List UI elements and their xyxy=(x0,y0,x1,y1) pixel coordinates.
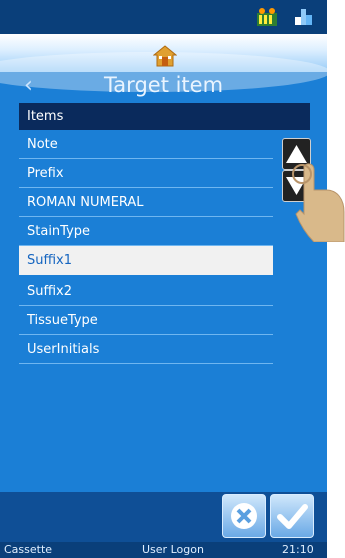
list-header: Items xyxy=(19,103,310,130)
list-item[interactable]: ROMAN NUMERAL xyxy=(19,188,273,217)
status-mode-label: Cassette xyxy=(4,543,53,556)
list-item[interactable]: Note xyxy=(19,130,273,159)
list-item[interactable]: TissueType xyxy=(19,306,273,335)
cancel-button[interactable] xyxy=(222,494,266,538)
top-status-bar xyxy=(0,0,327,34)
cancel-icon xyxy=(231,503,257,529)
list-item[interactable]: Suffix2 xyxy=(19,277,273,306)
home-icon[interactable] xyxy=(153,44,177,68)
status-user-label[interactable]: User Logon xyxy=(142,542,204,558)
status-time: 21:10 xyxy=(282,543,314,556)
list-item-selected[interactable]: Suffix1 xyxy=(19,246,273,275)
page-title: Target item xyxy=(103,73,224,97)
list-item[interactable]: UserInitials xyxy=(19,335,273,364)
list-item[interactable]: StainType xyxy=(19,217,273,246)
check-icon xyxy=(277,504,308,529)
hand-pointer-icon xyxy=(292,163,345,242)
confirm-button[interactable] xyxy=(270,494,314,538)
bottom-status-bar: Cassette User Logon 21:10 xyxy=(0,542,327,558)
list-item[interactable]: Prefix xyxy=(19,159,273,188)
device-screen: ‹ Target item Items Note Prefix ROMAN NU… xyxy=(0,0,327,558)
printer-status-icon xyxy=(257,8,277,26)
network-status-icon xyxy=(295,9,312,25)
